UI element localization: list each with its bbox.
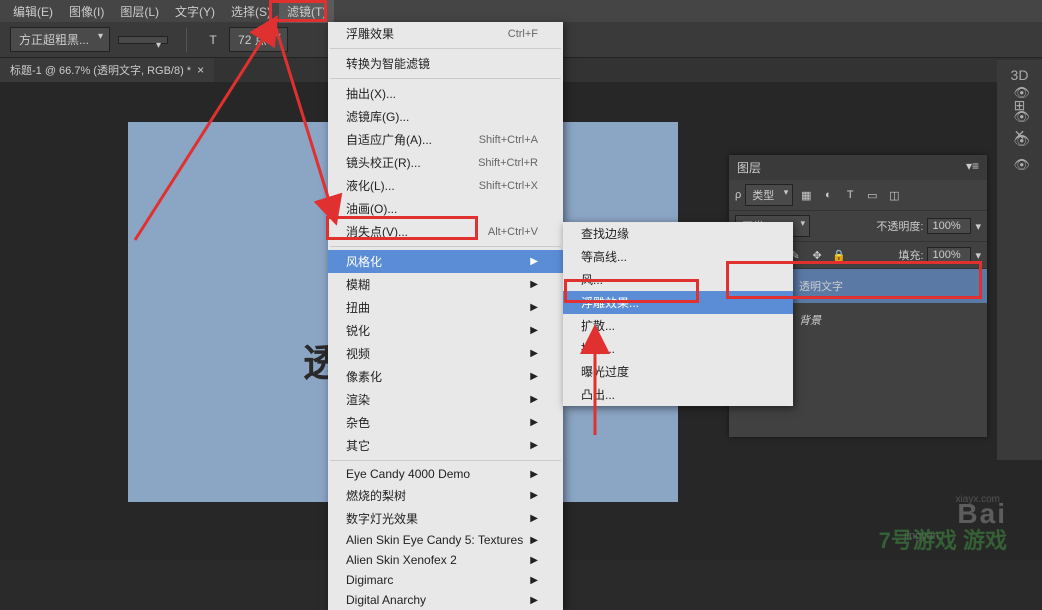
menu-select[interactable]: 选择(S) — [223, 0, 279, 23]
lock-position-icon[interactable]: ✥ — [808, 246, 826, 264]
chevron-right-icon: ▶ — [530, 440, 538, 451]
submenu-find-edges[interactable]: 查找边缘 — [563, 222, 793, 245]
chevron-right-icon: ▶ — [530, 513, 538, 524]
toolbar-divider — [186, 28, 187, 52]
document-tab[interactable]: 标题-1 @ 66.7% (透明文字, RGB/8) * × — [0, 58, 214, 82]
close-icon[interactable]: × — [197, 63, 204, 77]
filter-shape-icon[interactable]: ▭ — [863, 186, 881, 204]
chevron-right-icon: ▶ — [530, 371, 538, 382]
menu-separator — [330, 78, 561, 79]
menu-render[interactable]: 渲染▶ — [328, 388, 563, 411]
menu-type[interactable]: 文字(Y) — [167, 0, 223, 23]
menu-separator — [330, 460, 561, 461]
menu-lens-correct[interactable]: 镜头校正(R)...Shift+Ctrl+R — [328, 151, 563, 174]
menu-other[interactable]: 其它▶ — [328, 434, 563, 457]
menu-blur[interactable]: 模糊▶ — [328, 273, 563, 296]
layer-type-dropdown[interactable]: 类型 — [745, 184, 793, 206]
filter-adjust-icon[interactable]: ◐ — [819, 186, 837, 204]
menu-video[interactable]: 视频▶ — [328, 342, 563, 365]
menu-plugin-burning[interactable]: 燃烧的梨树▶ — [328, 484, 563, 507]
chevron-right-icon: ▶ — [530, 575, 538, 586]
opacity-label: 不透明度: — [876, 218, 923, 234]
chevron-right-icon: ▶ — [530, 490, 538, 501]
menu-plugin-alien-textures[interactable]: Alien Skin Eye Candy 5: Textures▶ — [328, 530, 563, 550]
menu-extract[interactable]: 抽出(X)... — [328, 82, 563, 105]
menu-stylize[interactable]: 风格化▶ — [328, 250, 563, 273]
eye-icon[interactable]: 👁 — [1013, 85, 1030, 109]
menu-oil-paint[interactable]: 油画(O)... — [328, 197, 563, 220]
chevron-right-icon: ▶ — [530, 595, 538, 606]
panel-menu-icon[interactable]: ▾≡ — [966, 159, 979, 176]
menu-plugin-digimarc[interactable]: Digimarc▶ — [328, 570, 563, 590]
submenu-contour[interactable]: 等高线... — [563, 245, 793, 268]
chevron-right-icon: ▶ — [530, 535, 538, 546]
menu-noise[interactable]: 杂色▶ — [328, 411, 563, 434]
font-family-dropdown[interactable]: 方正超粗黑... — [10, 27, 110, 52]
menu-liquify[interactable]: 液化(L)...Shift+Ctrl+X — [328, 174, 563, 197]
layer-name[interactable]: 透明文字 — [799, 278, 843, 294]
menu-pixelate[interactable]: 像素化▶ — [328, 365, 563, 388]
eye-icon[interactable]: 👁 — [1013, 157, 1030, 181]
chevron-right-icon: ▶ — [530, 394, 538, 405]
chevron-right-icon: ▶ — [530, 417, 538, 428]
filter-image-icon[interactable]: ▦ — [797, 186, 815, 204]
stylize-submenu: 查找边缘 等高线... 风... 浮雕效果... 扩散... 拼贴... 曝光过… — [563, 222, 793, 406]
menu-image[interactable]: 图像(I) — [61, 0, 112, 23]
watermark-game: 7号游戏 游戏 — [879, 523, 1007, 555]
menu-filter-gallery[interactable]: 滤镜库(G)... — [328, 105, 563, 128]
layer-filter-row: ρ 类型 ▦ ◐ T ▭ ◫ — [729, 180, 987, 211]
font-style-dropdown[interactable] — [118, 36, 168, 44]
chevron-right-icon: ▶ — [530, 256, 538, 267]
submenu-tiles[interactable]: 拼贴... — [563, 337, 793, 360]
menu-sharpen[interactable]: 锐化▶ — [328, 319, 563, 342]
menu-plugin-digital-light[interactable]: 数字灯光效果▶ — [328, 507, 563, 530]
menu-filter[interactable]: 滤镜(T) — [279, 0, 334, 23]
submenu-extrude[interactable]: 凸出... — [563, 383, 793, 406]
menu-plugin-digital-anarchy[interactable]: Digital Anarchy▶ — [328, 590, 563, 610]
submenu-solarize[interactable]: 曝光过度 — [563, 360, 793, 383]
chevron-down-icon[interactable]: ▾ — [975, 220, 981, 233]
opacity-input[interactable] — [927, 218, 971, 234]
menu-separator — [330, 246, 561, 247]
filter-menu: 浮雕效果 Ctrl+F 转换为智能滤镜 抽出(X)... 滤镜库(G)... 自… — [328, 22, 563, 610]
chevron-right-icon: ▶ — [530, 302, 538, 313]
chevron-right-icon: ▶ — [530, 325, 538, 336]
fill-label: 填充: — [898, 247, 923, 263]
menu-distort[interactable]: 扭曲▶ — [328, 296, 563, 319]
text-size-icon: T — [199, 26, 227, 54]
menu-adaptive-wide[interactable]: 自适应广角(A)...Shift+Ctrl+A — [328, 128, 563, 151]
menubar: 编辑(E) 图像(I) 图层(L) 文字(Y) 选择(S) 滤镜(T) — [0, 0, 1042, 22]
eye-icon[interactable]: 👁 — [1013, 133, 1030, 157]
filter-smart-icon[interactable]: ◫ — [885, 186, 903, 204]
chevron-down-icon[interactable]: ▾ — [975, 249, 981, 262]
visibility-column: 👁 👁 👁 👁 — [1013, 85, 1030, 181]
tab-title: 标题-1 @ 66.7% (透明文字, RGB/8) * — [10, 62, 191, 78]
layers-panel-header: 图层 ▾≡ — [729, 155, 987, 180]
lock-all-icon[interactable]: 🔒 — [830, 246, 848, 264]
menu-plugin-xenofex[interactable]: Alien Skin Xenofex 2▶ — [328, 550, 563, 570]
menu-separator — [330, 48, 561, 49]
menu-vanishing-point[interactable]: 消失点(V)...Alt+Ctrl+V — [328, 220, 563, 243]
fill-input[interactable] — [927, 247, 971, 263]
menu-last-filter[interactable]: 浮雕效果 Ctrl+F — [328, 22, 563, 45]
menu-edit[interactable]: 编辑(E) — [5, 0, 61, 23]
font-size-dropdown[interactable]: 72 点 — [229, 27, 288, 52]
submenu-wind[interactable]: 风... — [563, 268, 793, 291]
menu-smart-filter[interactable]: 转换为智能滤镜 — [328, 52, 563, 75]
chevron-right-icon: ▶ — [530, 469, 538, 480]
layer-name[interactable]: 背景 — [799, 312, 821, 328]
menu-layer[interactable]: 图层(L) — [112, 0, 167, 23]
menu-plugin-eyecandy[interactable]: Eye Candy 4000 Demo▶ — [328, 464, 563, 484]
submenu-emboss[interactable]: 浮雕效果... — [563, 291, 793, 314]
eye-icon[interactable]: 👁 — [1013, 109, 1030, 133]
chevron-right-icon: ▶ — [530, 279, 538, 290]
watermark-url: xiayx.com — [956, 494, 1000, 505]
filter-text-icon[interactable]: T — [841, 186, 859, 204]
chevron-right-icon: ▶ — [530, 555, 538, 566]
chevron-right-icon: ▶ — [530, 348, 538, 359]
submenu-diffuse[interactable]: 扩散... — [563, 314, 793, 337]
